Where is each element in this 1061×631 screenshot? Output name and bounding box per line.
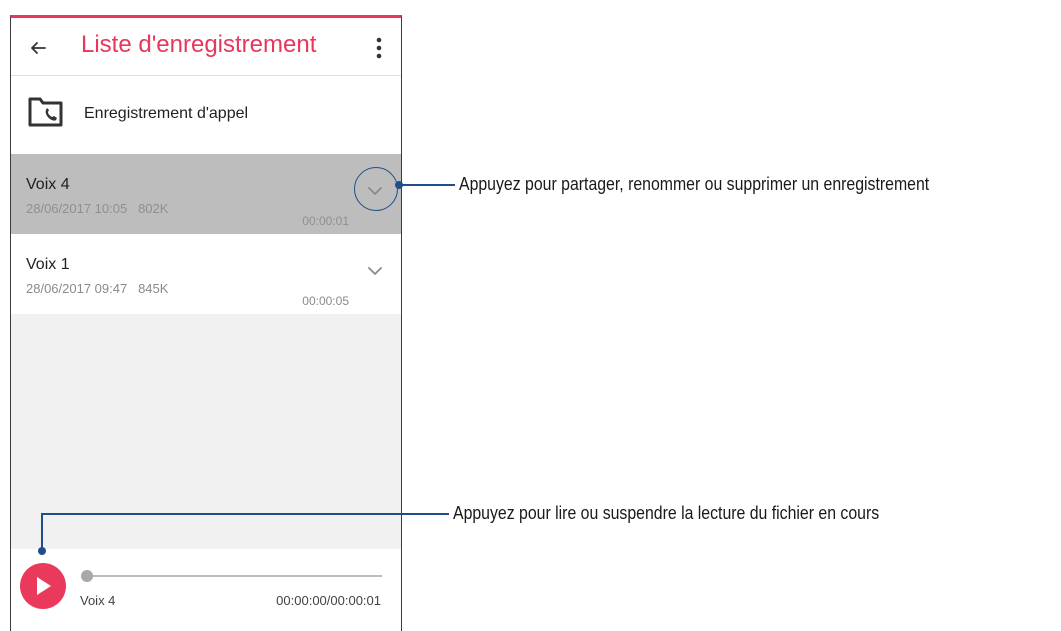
play-button[interactable] — [20, 563, 66, 609]
page-title: Liste d'enregistrement — [81, 31, 317, 58]
more-vert-icon — [376, 37, 382, 59]
playback-progress-thumb[interactable] — [81, 570, 93, 582]
recording-item-voix-4[interactable]: Voix 4 28/06/2017 10:05 802K 00:00:01 — [11, 154, 401, 234]
app-bar: Liste d'enregistrement — [11, 18, 401, 76]
recording-date: 28/06/2017 10:05 — [26, 201, 128, 216]
play-callout-text: Appuyez pour lire ou suspendre la lectur… — [453, 503, 880, 523]
recording-item-voix-1[interactable]: Voix 1 28/06/2017 09:47 845K 00:00:05 — [11, 234, 401, 314]
recording-date: 28/06/2017 09:47 — [26, 281, 128, 296]
playback-bar: Voix 4 00:00:00/00:00:01 — [11, 549, 401, 631]
more-options-button[interactable] — [369, 34, 389, 62]
playback-progress-track[interactable] — [81, 570, 382, 582]
playback-time: 00:00:00/00:00:01 — [276, 593, 381, 608]
menu-callout-text: Appuyez pour partager, renommer ou suppr… — [459, 174, 930, 194]
arrow-left-icon — [31, 42, 46, 54]
recording-meta: 28/06/2017 09:47 845K — [26, 281, 168, 296]
call-recording-folder-icon — [28, 97, 63, 127]
play-callout-horizontal-line — [41, 513, 449, 515]
phone-screen: Liste d'enregistrement Enregistrement d'… — [10, 15, 402, 631]
recording-meta: 28/06/2017 10:05 802K — [26, 201, 168, 216]
recording-name: Voix 1 — [26, 256, 70, 273]
chevron-down-icon[interactable] — [365, 264, 385, 278]
now-playing-name: Voix 4 — [80, 593, 116, 608]
menu-callout-circle — [354, 167, 398, 211]
play-callout-vertical-line — [41, 513, 43, 551]
recording-name: Voix 4 — [26, 176, 70, 193]
recording-size: 845K — [138, 281, 169, 296]
recording-duration: 00:00:05 — [302, 294, 349, 308]
menu-callout-line — [399, 184, 455, 186]
call-recording-folder[interactable]: Enregistrement d'appel — [11, 77, 401, 151]
recording-list: Voix 4 28/06/2017 10:05 802K 00:00:01 Vo… — [11, 154, 401, 549]
recording-size: 802K — [138, 201, 169, 216]
play-icon — [37, 577, 51, 595]
call-recording-label: Enregistrement d'appel — [84, 105, 249, 122]
recording-duration: 00:00:01 — [302, 214, 349, 228]
back-button[interactable] — [25, 35, 51, 61]
